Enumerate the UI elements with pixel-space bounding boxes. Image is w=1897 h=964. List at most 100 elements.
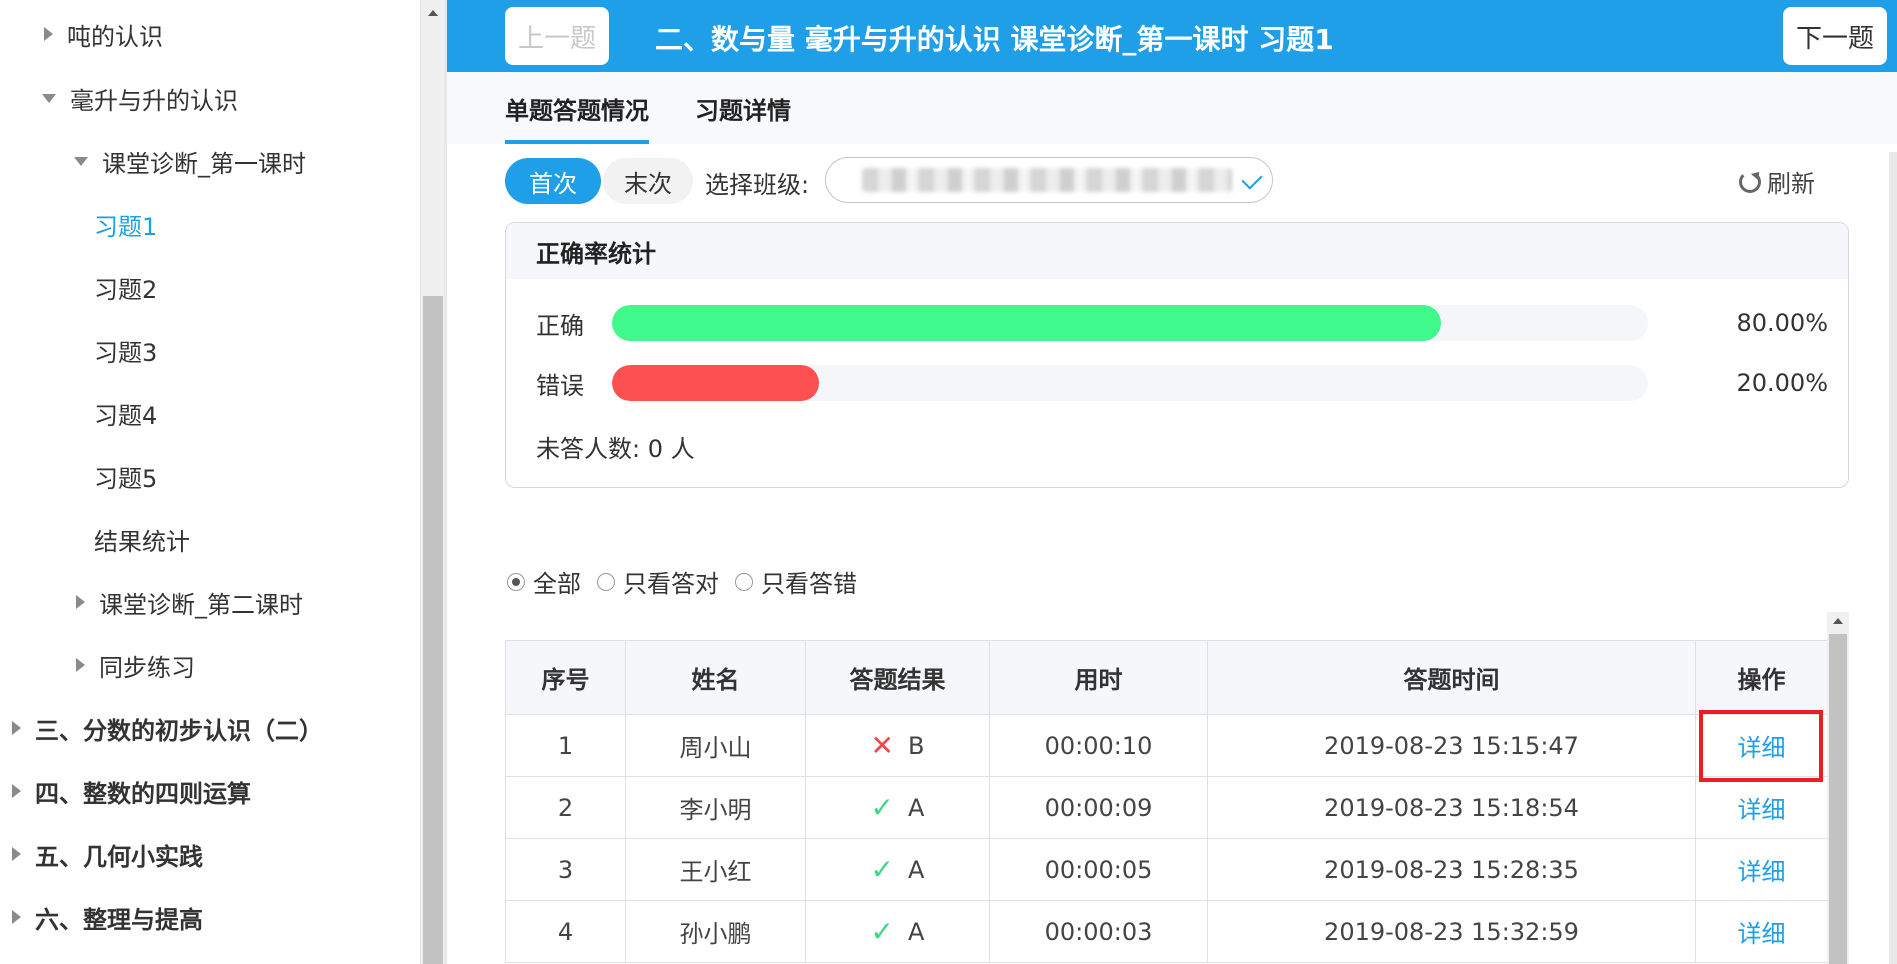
cell-no: 4 (505, 900, 626, 963)
cell-action: 详细 (1695, 900, 1827, 963)
radio-wrong-only[interactable]: 只看答错 (735, 564, 857, 599)
sidebar-item-exercise-1[interactable]: 习题1 (0, 204, 420, 244)
sidebar-scrollbar[interactable] (420, 0, 444, 964)
col-header-result[interactable]: 答题结果 (805, 640, 990, 715)
radio-all[interactable]: 全部 (507, 564, 581, 599)
refresh-label: 刷新 (1767, 170, 1815, 198)
detail-link[interactable]: 详细 (1738, 920, 1786, 948)
table-scroll-thumb[interactable] (1829, 634, 1847, 964)
last-attempt-button[interactable]: 末次 (603, 158, 693, 204)
sidebar-item-exercise-5[interactable]: 习题5 (0, 456, 420, 496)
col-header-time[interactable]: 答题时间 (1207, 640, 1696, 715)
cell-name: 孙小鹏 (625, 900, 806, 963)
correct-progress-fill (612, 305, 1441, 341)
cell-name: 周小山 (625, 714, 806, 777)
sidebar-item-chapter-5[interactable]: 五、几何小实践 (0, 834, 420, 874)
cell-duration: 00:00:10 (989, 714, 1208, 777)
correct-progress-track (612, 305, 1648, 341)
sidebar-item-label: 习题4 (94, 401, 158, 430)
prev-question-button[interactable]: 上一题 (505, 7, 609, 65)
page-title: 二、数与量 毫升与升的认识 课堂诊断_第一课时 习题1 (655, 23, 1334, 56)
sidebar-item-chapter-6[interactable]: 六、整理与提高 (0, 897, 420, 937)
cross-icon: ✕ (870, 729, 894, 762)
class-select-label: 选择班级: (705, 171, 810, 199)
answer-value: A (908, 855, 925, 884)
tab-exercise-detail[interactable]: 习题详情 (695, 72, 791, 144)
table-scrollbar[interactable] (1827, 612, 1849, 964)
col-header-name[interactable]: 姓名 (625, 640, 806, 715)
wrong-progress-track (612, 365, 1648, 401)
check-icon (1241, 168, 1263, 190)
radio-checked-icon[interactable] (507, 572, 525, 591)
correct-stat-row: 正确 80.00% (536, 305, 1828, 341)
sidebar-item-label: 同步练习 (99, 653, 195, 682)
table-row: 3 王小红 ✓ A 00:00:05 2019-08-23 15:28:35 详细 (505, 838, 1827, 901)
sidebar-item-exercise-4[interactable]: 习题4 (0, 393, 420, 433)
sidebar-item-ml-liter[interactable]: 毫升与升的认识 (0, 78, 420, 118)
answers-table: 序号 姓名 答题结果 用时 答题时间 操作 1 周小山 ✕B 00:00:10 (505, 640, 1827, 963)
class-name-redacted (862, 168, 1232, 192)
sidebar-item-label: 习题1 (94, 212, 158, 241)
refresh-button[interactable]: 刷新 (1739, 164, 1815, 199)
answer-value: A (908, 917, 925, 946)
scroll-up-icon[interactable] (1833, 618, 1843, 624)
sidebar-item-exercise-3[interactable]: 习题3 (0, 330, 420, 370)
detail-link[interactable]: 详细 (1738, 858, 1786, 886)
sidebar-item-lesson-2[interactable]: 课堂诊断_第二课时 (0, 582, 420, 622)
sidebar-item-label: 习题5 (94, 464, 158, 493)
radio-unchecked-icon[interactable] (735, 572, 753, 591)
sidebar-tree: 吨的认识 毫升与升的认识 课堂诊断_第一课时 习题1 习题2 习题3 习题4 习… (0, 0, 444, 964)
sidebar-item-ton[interactable]: 吨的认识 (0, 14, 420, 54)
sidebar-item-label: 课堂诊断_第一课时 (102, 149, 306, 178)
answer-value: B (908, 731, 925, 760)
check-icon: ✓ (870, 791, 895, 824)
sidebar-item-label: 结果统计 (94, 527, 190, 556)
radio-correct-only[interactable]: 只看答对 (597, 564, 719, 599)
class-select[interactable] (825, 157, 1273, 203)
cell-result: ✓ A (805, 838, 990, 901)
next-question-button[interactable]: 下一题 (1783, 7, 1887, 65)
detail-link[interactable]: 详细 (1738, 796, 1786, 824)
tab-bar: 单题答题情况 习题详情 (447, 72, 1897, 144)
sidebar-item-chapter-3[interactable]: 三、分数的初步认识（二） (0, 708, 420, 748)
caret-right-icon (12, 721, 21, 735)
cell-duration: 00:00:05 (989, 838, 1208, 901)
sidebar-item-label: 三、分数的初步认识（二） (35, 716, 323, 745)
radio-unchecked-icon[interactable] (597, 572, 615, 591)
sidebar-item-chapter-4[interactable]: 四、整数的四则运算 (0, 771, 420, 811)
caret-right-icon (44, 27, 53, 41)
accuracy-stats-card: 正确率统计 正确 80.00% 错误 20.00% 未答人数: 0 人 (505, 222, 1849, 488)
check-icon: ✓ (870, 915, 895, 948)
col-header-action: 操作 (1695, 640, 1827, 715)
cell-no: 2 (505, 776, 626, 839)
tab-single-answer[interactable]: 单题答题情况 (505, 72, 649, 144)
caret-right-icon (12, 910, 21, 924)
cell-name: 王小红 (625, 838, 806, 901)
col-header-duration[interactable]: 用时 (989, 640, 1208, 715)
cell-no: 3 (505, 838, 626, 901)
sidebar-item-exercise-2[interactable]: 习题2 (0, 267, 420, 307)
sidebar-item-label: 四、整数的四则运算 (35, 779, 251, 808)
sidebar-scroll-thumb[interactable] (423, 296, 443, 964)
correct-label: 正确 (536, 311, 584, 340)
col-header-no[interactable]: 序号 (505, 640, 626, 715)
sidebar-item-sync-practice[interactable]: 同步练习 (0, 645, 420, 685)
radio-label: 全部 (533, 570, 581, 598)
sidebar-item-label: 课堂诊断_第二课时 (99, 590, 303, 619)
cell-result: ✓ A (805, 900, 990, 963)
scroll-up-icon[interactable] (428, 10, 438, 16)
first-attempt-button[interactable]: 首次 (505, 158, 601, 204)
sidebar-item-results[interactable]: 结果统计 (0, 519, 420, 559)
sidebar-item-lesson-1[interactable]: 课堂诊断_第一课时 (0, 141, 420, 181)
unanswered-count: 未答人数: 0 人 (536, 435, 695, 463)
main-scrollbar[interactable] (1889, 152, 1897, 964)
wrong-progress-fill (612, 365, 820, 401)
refresh-icon (1739, 170, 1761, 193)
sidebar-item-label: 毫升与升的认识 (70, 86, 238, 115)
check-icon: ✓ (870, 853, 895, 886)
cell-time: 2019-08-23 15:28:35 (1207, 838, 1696, 901)
cell-action: 详细 (1695, 838, 1827, 901)
caret-down-icon (74, 156, 88, 166)
caret-down-icon (42, 93, 56, 103)
sidebar-item-label: 六、整理与提高 (35, 905, 203, 934)
